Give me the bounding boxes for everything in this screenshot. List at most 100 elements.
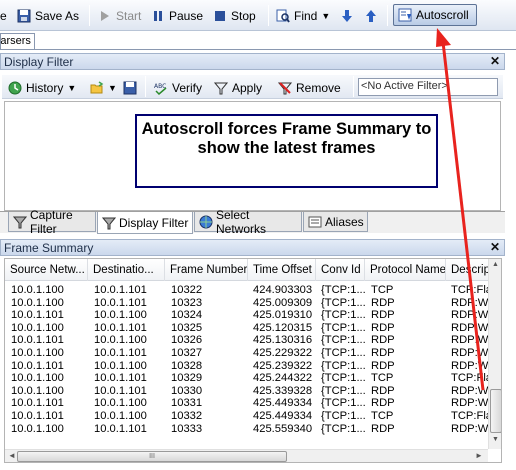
table-row[interactable]: 10.0.1.100 10.0.1.101 10330 425.339328 {TCP:…: [5, 385, 488, 397]
save-filter-button[interactable]: [123, 77, 137, 98]
pause-button[interactable]: Pause: [151, 5, 203, 26]
close-icon[interactable]: ✕: [490, 240, 500, 254]
table-row[interactable]: 10.0.1.100 10.0.1.101 10329 425.244322 {TCP:…: [5, 372, 488, 384]
scroll-down-icon[interactable]: ▼: [492, 436, 499, 443]
column-header-source[interactable]: Source Netw...: [5, 259, 88, 281]
table-cell: 10329: [171, 372, 203, 385]
main-toolbar: e Save As Start Pause Stop Find ▼ Autosc…: [0, 0, 516, 31]
table-row[interactable]: 10.0.1.101 10.0.1.100 10324 425.019310 {TCP:…: [5, 309, 488, 321]
start-button[interactable]: Start: [98, 5, 141, 26]
table-cell: {TCP:1...: [321, 410, 366, 422]
table-row[interactable]: 10.0.1.100 10.0.1.101 10323 425.009309 {TCP:…: [5, 297, 488, 309]
column-header-label: Time Offset: [253, 264, 312, 276]
table-cell: 10.0.1.100: [94, 410, 147, 422]
table-cell: 10330: [171, 384, 203, 397]
table-cell: TCP:Fla: [451, 410, 488, 422]
tab-display-filter[interactable]: Display Filter: [97, 212, 193, 234]
find-label: Find: [294, 8, 318, 23]
table-row[interactable]: 10.0.1.101 10.0.1.100 10332 425.449334 {TCP:…: [5, 410, 488, 422]
vertical-scrollbar[interactable]: ▲ ▼: [488, 259, 501, 449]
tab-capture-filter[interactable]: Capture Filter: [8, 208, 96, 236]
active-filter-dropdown[interactable]: <No Active Filter>: [358, 78, 498, 96]
table-cell: 10.0.1.100: [94, 397, 147, 410]
scroll-right-icon[interactable]: ►: [475, 451, 483, 460]
table-cell: 425.019310: [253, 309, 313, 322]
autoscroll-button[interactable]: Autoscroll: [393, 4, 477, 26]
table-cell: 10326: [171, 334, 203, 347]
table-cell: {TCP:1...: [321, 321, 366, 334]
open-filter-button[interactable]: ▼: [90, 77, 117, 98]
table-row[interactable]: 10.0.1.101 10.0.1.100 10328 425.239322 {TCP:…: [5, 360, 488, 372]
column-header-description[interactable]: Descrip: [446, 259, 488, 281]
table-cell: 10.0.1.101: [11, 334, 64, 347]
column-header-frame-number[interactable]: Frame Number: [165, 259, 248, 281]
tab-parsers[interactable]: Parsers: [0, 33, 35, 50]
vertical-scroll-thumb[interactable]: [490, 389, 501, 433]
display-filter-title: Display Filter: [4, 55, 74, 69]
table-row[interactable]: 10.0.1.100 10.0.1.101 10333 425.559340 {TCP:…: [5, 423, 488, 435]
table-cell: 10.0.1.100: [94, 334, 147, 347]
table-cell: 10.0.1.100: [11, 284, 64, 296]
bottom-tab-strip: Capture Filter Display Filter Select Net…: [0, 208, 505, 236]
table-row[interactable]: 10.0.1.100 10.0.1.101 10327 425.229322 {TCP:…: [5, 347, 488, 359]
table-row[interactable]: 10.0.1.100 10.0.1.101 10325 425.120315 {TCP:…: [5, 322, 488, 334]
table-cell: 10322: [171, 284, 203, 296]
column-header-time-offset[interactable]: Time Offset: [248, 259, 316, 281]
scroll-left-icon[interactable]: ◄: [8, 451, 16, 460]
folder-icon: [90, 80, 104, 95]
verify-button[interactable]: ABC Verify: [154, 77, 202, 98]
toolbar-separator: [89, 5, 90, 26]
table-cell: 10.0.1.100: [11, 384, 64, 397]
scroll-grip: III: [149, 453, 155, 460]
table-cell: 10.0.1.101: [11, 309, 64, 322]
table-cell: 10332: [171, 410, 203, 422]
table-cell: TCP: [371, 372, 394, 385]
toolbar-separator: [387, 5, 388, 26]
column-header-label: Protocol Name: [370, 264, 446, 276]
table-cell: {TCP:1...: [321, 309, 366, 322]
column-header-label: Destinatio...: [93, 264, 154, 276]
column-header-conv-id[interactable]: Conv Id: [316, 259, 365, 281]
table-cell: 425.339328: [253, 384, 313, 397]
history-button[interactable]: History ▼: [8, 77, 76, 98]
tab-aliases-label: Aliases: [325, 214, 364, 229]
play-icon: [98, 9, 112, 23]
column-header-protocol-name[interactable]: Protocol Name: [365, 259, 446, 281]
remove-label: Remove: [296, 80, 341, 95]
verify-label: Verify: [172, 80, 203, 95]
table-cell: 10.0.1.101: [94, 296, 147, 309]
column-header-destination[interactable]: Destinatio...: [88, 259, 165, 281]
table-cell: 10324: [171, 309, 203, 322]
horizontal-scrollbar[interactable]: ◄ III ►: [5, 449, 488, 462]
table-cell: 10.0.1.101: [11, 359, 64, 372]
find-button[interactable]: Find ▼: [276, 5, 330, 26]
scroll-up-icon[interactable]: ▲: [492, 261, 499, 268]
horizontal-scroll-thumb[interactable]: III: [17, 451, 287, 462]
table-cell: RDP:Wi: [451, 309, 488, 322]
table-row[interactable]: 10.0.1.101 10.0.1.100 10331 425.449334 {TCP:…: [5, 397, 488, 409]
table-cell: 10.0.1.100: [11, 296, 64, 309]
save-button[interactable]: e: [0, 5, 7, 26]
table-cell: 10.0.1.100: [11, 321, 64, 334]
table-cell: 425.229322: [253, 347, 313, 359]
table-cell: RDP:Wi: [451, 397, 488, 410]
toolbar-separator: [145, 76, 146, 97]
chevron-down-icon: ▼: [108, 82, 117, 93]
table-cell: 425.559340: [253, 422, 313, 435]
table-cell: 10327: [171, 347, 203, 359]
frame-summary-grid: Source Netw... Destinatio... Frame Numbe…: [4, 258, 502, 463]
apply-button[interactable]: Apply: [213, 77, 262, 98]
toolbar-separator: [353, 76, 354, 97]
tab-select-networks[interactable]: Select Networks: [194, 208, 302, 236]
close-icon[interactable]: ✕: [490, 54, 500, 68]
table-row[interactable]: 10.0.1.100 10.0.1.101 10322 424.903303 {TCP:…: [5, 284, 488, 296]
save-as-button[interactable]: Save As: [17, 5, 79, 26]
find-previous-button[interactable]: [364, 5, 378, 26]
stop-button[interactable]: Stop: [213, 5, 256, 26]
tab-aliases[interactable]: Aliases: [303, 212, 368, 232]
tab-parsers-label: Parsers: [0, 35, 31, 47]
find-next-button[interactable]: [340, 5, 354, 26]
tab-capture-filter-label: Capture Filter: [30, 207, 73, 236]
remove-button[interactable]: Remove: [277, 77, 341, 98]
table-row[interactable]: 10.0.1.101 10.0.1.100 10326 425.130316 {TCP:…: [5, 334, 488, 346]
